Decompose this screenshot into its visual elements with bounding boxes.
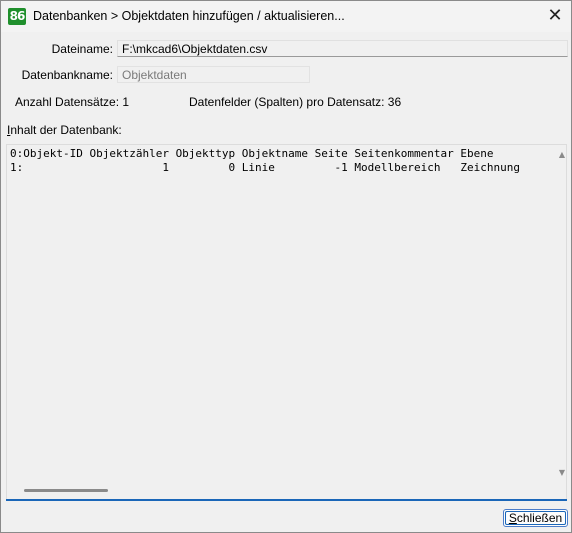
close-button-label-rest: chließen bbox=[516, 511, 563, 525]
dbname-field[interactable]: Objektdaten bbox=[117, 66, 310, 83]
scroll-down-arrow-icon[interactable]: ▼ bbox=[557, 468, 567, 478]
close-icon[interactable]: ✕ bbox=[539, 1, 571, 32]
content-label-text: nhalt der Datenbank: bbox=[10, 123, 122, 137]
close-button[interactable]: Schließen bbox=[503, 509, 568, 527]
database-content: 0:Objekt-ID Objektzähler Objekttyp Objek… bbox=[10, 147, 520, 175]
scroll-up-arrow-icon[interactable]: ▲ bbox=[557, 150, 567, 160]
focus-underline bbox=[6, 499, 567, 501]
app-icon: 86 bbox=[8, 8, 26, 25]
close-button-mnemonic: S bbox=[508, 511, 517, 525]
dialog-window: 86 Datenbanken > Objektdaten hinzufügen … bbox=[0, 0, 572, 533]
database-content-textarea[interactable]: 0:Objekt-ID Objektzähler Objekttyp Objek… bbox=[6, 144, 567, 500]
dbname-label: Datenbankname: bbox=[21, 68, 113, 82]
window-title: Datenbanken > Objektdaten hinzufügen / a… bbox=[33, 9, 345, 23]
content-line: 0:Objekt-ID Objektzähler Objekttyp Objek… bbox=[10, 147, 494, 160]
filename-field[interactable]: F:\mkcad6\Objektdaten.csv bbox=[117, 40, 568, 57]
close-button-label: Schließen bbox=[509, 511, 562, 525]
fields-per-record-label: Datenfelder (Spalten) pro Datensatz: 36 bbox=[189, 95, 402, 109]
content-label: Inhalt der Datenbank: bbox=[7, 123, 122, 137]
title-bar: 86 Datenbanken > Objektdaten hinzufügen … bbox=[1, 1, 571, 32]
horizontal-scrollbar-thumb[interactable] bbox=[24, 489, 108, 492]
filename-label: Dateiname: bbox=[51, 42, 113, 56]
record-count-label: Anzahl Datensätze: 1 bbox=[15, 95, 130, 109]
content-line: 1: 1 0 Linie -1 Modellbereich Zeichnung bbox=[10, 161, 520, 174]
